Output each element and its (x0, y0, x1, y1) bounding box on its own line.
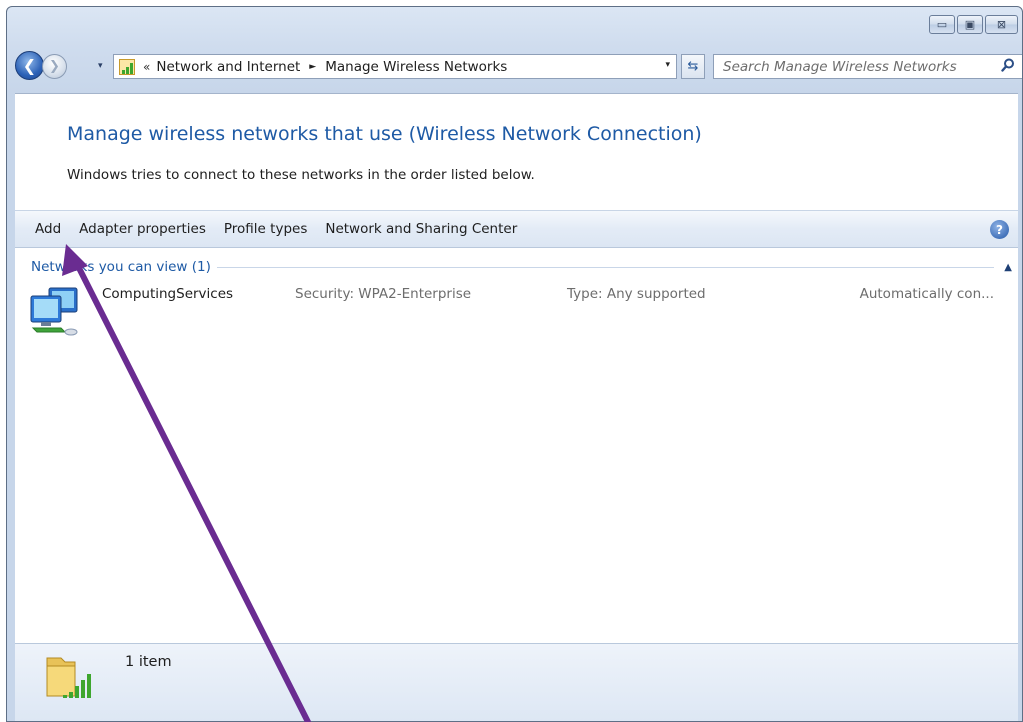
group-label: Networks you can view (1) (31, 259, 211, 275)
refresh-icon: ⇆ (687, 59, 699, 74)
network-connection-mode: Automatically con... (859, 286, 994, 302)
back-button[interactable]: ❮ (15, 51, 44, 80)
page-description: Windows tries to connect to these networ… (67, 167, 535, 183)
maximize-button[interactable]: ▣ (957, 15, 983, 34)
breadcrumb-network-and-internet[interactable]: Network and Internet (156, 59, 300, 75)
network-and-sharing-center-button[interactable]: Network and Sharing Center (319, 217, 523, 241)
group-divider (216, 266, 995, 268)
breadcrumb-separator-icon[interactable]: ► (309, 62, 316, 72)
navigation-bar: ❮ ❯ ▾ « Network and Internet ► Manage Wi… (15, 51, 1022, 81)
search-input[interactable] (723, 58, 993, 75)
address-bar[interactable]: « Network and Internet ► Manage Wireless… (113, 54, 677, 79)
forward-arrow-icon: ❯ (49, 59, 60, 74)
help-icon[interactable]: ? (990, 220, 1009, 239)
item-count: 1 item (125, 654, 172, 670)
page-title: Manage wireless networks that use (Wirel… (67, 123, 702, 145)
group-header[interactable]: Networks you can view (1) ▲ (31, 257, 1012, 277)
explorer-window: ▭ ▣ ⊠ ❮ ❯ ▾ « Network and Internet ► Man… (6, 6, 1023, 722)
collapse-icon[interactable]: ▲ (1004, 262, 1012, 273)
network-type: Type: Any supported (567, 286, 706, 302)
command-bar: Add Adapter properties Profile types Net… (15, 210, 1018, 248)
breadcrumb-manage-wireless-networks[interactable]: Manage Wireless Networks (325, 59, 507, 75)
network-name: ComputingServices (102, 286, 234, 302)
forward-button[interactable]: ❯ (42, 54, 67, 79)
wireless-network-icon (119, 58, 135, 75)
network-security: Security: WPA2-Enterprise (295, 286, 472, 302)
search-icon[interactable] (1001, 58, 1015, 72)
details-pane: 1 item (15, 643, 1018, 721)
adapter-properties-button[interactable]: Adapter properties (73, 217, 212, 241)
recent-pages-button[interactable]: ▾ (98, 61, 103, 71)
search-box[interactable] (713, 54, 1022, 79)
address-dropdown-icon[interactable]: ▾ (665, 60, 670, 70)
network-computers-icon (30, 287, 78, 336)
close-button[interactable]: ⊠ (985, 15, 1018, 34)
minimize-button[interactable]: ▭ (929, 15, 955, 34)
add-button[interactable]: Add (29, 217, 67, 241)
refresh-button[interactable]: ⇆ (681, 54, 705, 79)
caption-buttons: ▭ ▣ ⊠ (929, 15, 1018, 34)
profile-types-button[interactable]: Profile types (218, 217, 313, 241)
back-arrow-icon: ❮ (22, 56, 37, 75)
breadcrumb-overflow[interactable]: « (143, 60, 150, 74)
content-pane: Manage wireless networks that use (Wirel… (15, 93, 1018, 721)
network-list-item[interactable]: ComputingServices Security: WPA2-Enterpr… (27, 282, 994, 340)
wireless-networks-folder-icon (46, 657, 91, 698)
